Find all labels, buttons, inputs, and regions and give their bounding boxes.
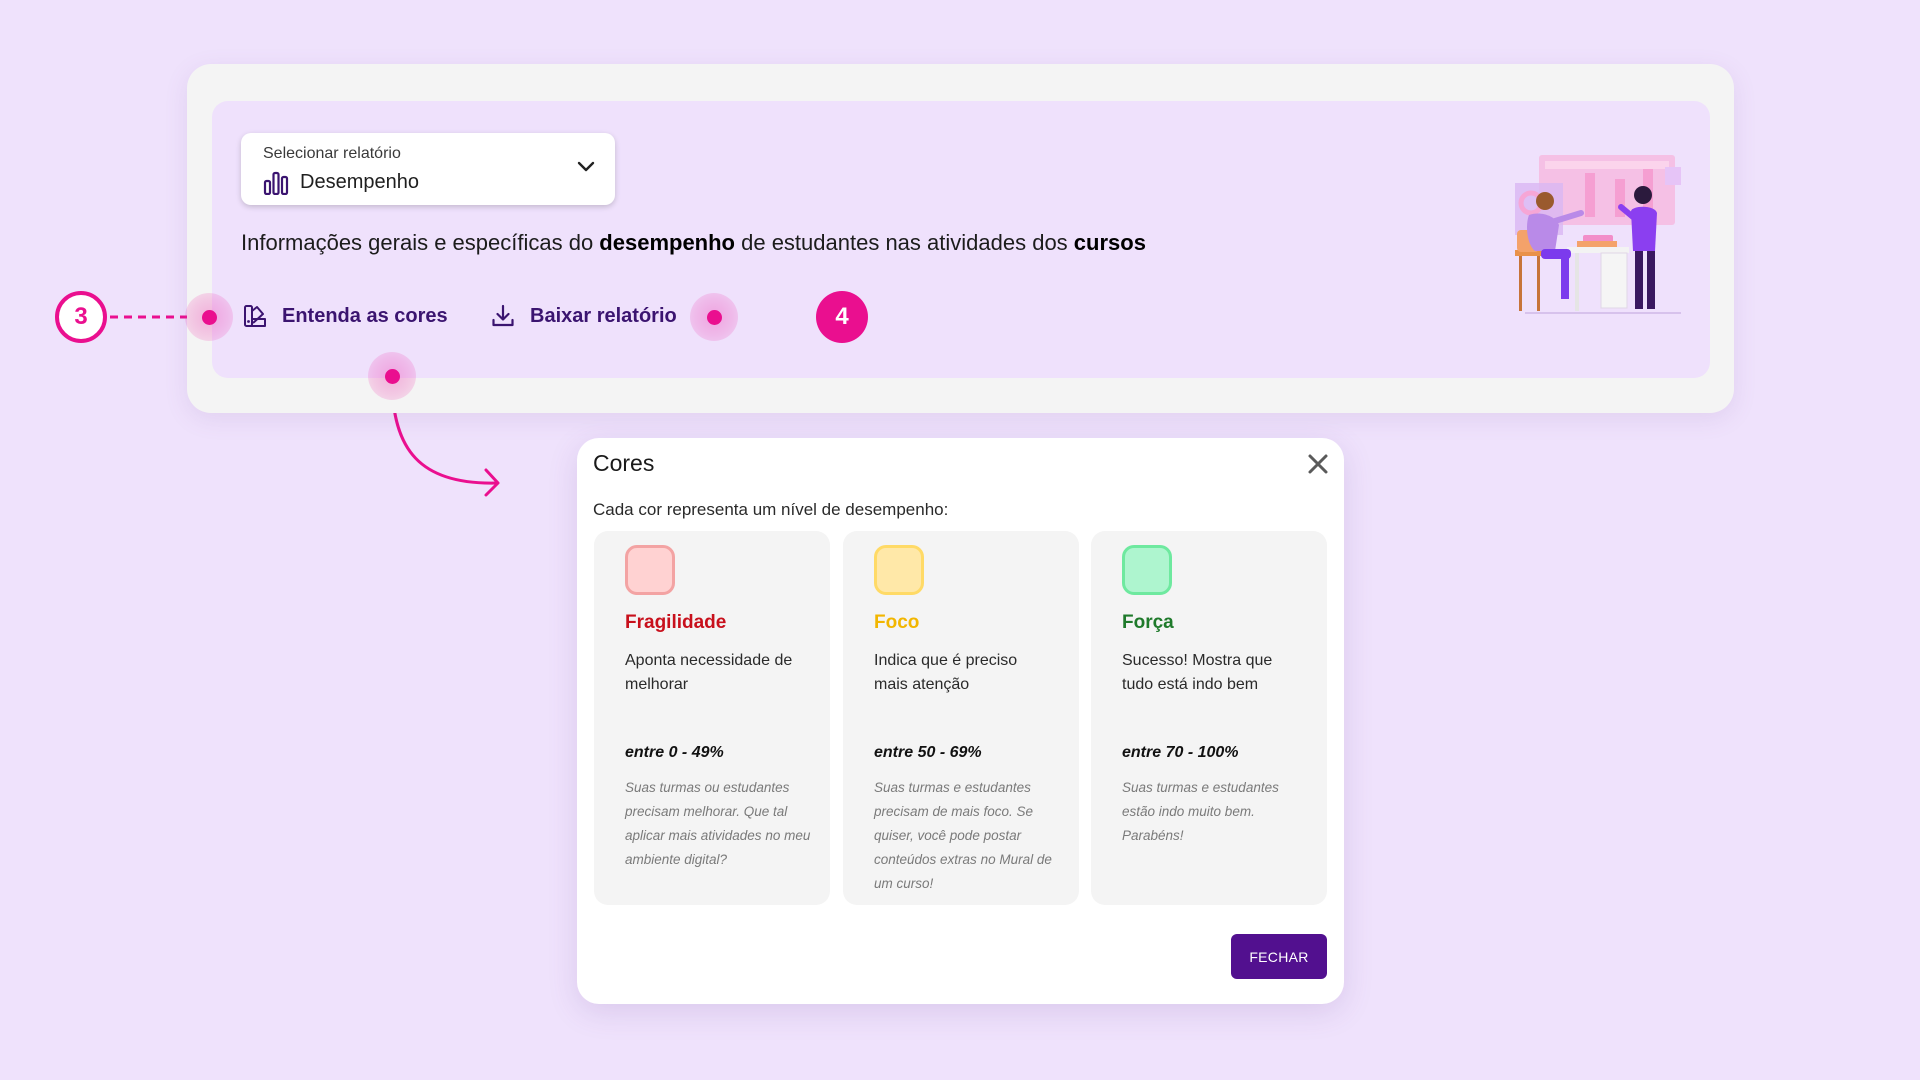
close-button[interactable]: FECHAR <box>1231 934 1327 979</box>
step-3-badge: 3 <box>55 291 107 343</box>
understand-colors-link[interactable]: Entenda as cores <box>242 299 448 333</box>
card-description: Sucesso! Mostra que tudo está indo bem <box>1122 652 1273 693</box>
color-card-forca: Força Sucesso! Mostra que tudo está indo… <box>1091 531 1327 905</box>
download-report-link[interactable]: Baixar relatório <box>490 299 677 333</box>
card-description: Indica que é preciso mais atenção <box>874 652 1018 693</box>
annotation-marker-download <box>690 293 738 341</box>
annotation-marker-colors <box>185 293 233 341</box>
card-range: entre 70 - 100% <box>1122 744 1239 761</box>
color-swatch-red <box>625 545 675 595</box>
select-value: Desempenho <box>300 171 419 193</box>
card-name: Foco <box>874 612 920 633</box>
understand-colors-label: Entenda as cores <box>282 304 448 327</box>
modal-title: Cores <box>593 450 655 476</box>
chevron-down-icon[interactable] <box>577 161 595 173</box>
download-report-label: Baixar relatório <box>530 304 677 327</box>
card-name: Força <box>1122 612 1174 633</box>
color-card-foco: Foco Indica que é preciso mais atenção e… <box>843 531 1079 905</box>
report-description: Informações gerais e específicas do dese… <box>241 230 1146 255</box>
card-description: Aponta necessidade de melhorar <box>625 652 793 693</box>
select-label: Selecionar relatório <box>263 145 401 162</box>
modal-subtitle: Cada cor representa um nível de desempen… <box>593 500 949 519</box>
card-range: entre 0 - 49% <box>625 744 724 761</box>
card-range: entre 50 - 69% <box>874 744 982 761</box>
close-icon[interactable] <box>1306 452 1330 476</box>
palette-icon <box>244 305 266 327</box>
card-note: Suas turmas e estudantes estão indo muit… <box>1122 780 1279 843</box>
people-at-desk-illustration <box>1515 155 1681 314</box>
colors-modal: Cores Cada cor representa um nível de de… <box>577 438 1344 1004</box>
color-card-fragilidade: Fragilidade Aponta necessidade de melhor… <box>594 531 830 905</box>
bar-chart-icon <box>263 171 289 195</box>
color-swatch-green <box>1122 545 1172 595</box>
color-swatch-yellow <box>874 545 924 595</box>
report-select[interactable]: Selecionar relatório Desempenho <box>241 133 615 205</box>
annotation-marker-arrow-start <box>368 352 416 400</box>
card-name: Fragilidade <box>625 612 727 633</box>
step-4-badge: 4 <box>816 291 868 343</box>
card-note: Suas turmas e estudantes precisam de mai… <box>874 780 1052 891</box>
card-note: Suas turmas ou estudantes precisam melho… <box>625 780 811 867</box>
download-icon <box>492 304 514 327</box>
